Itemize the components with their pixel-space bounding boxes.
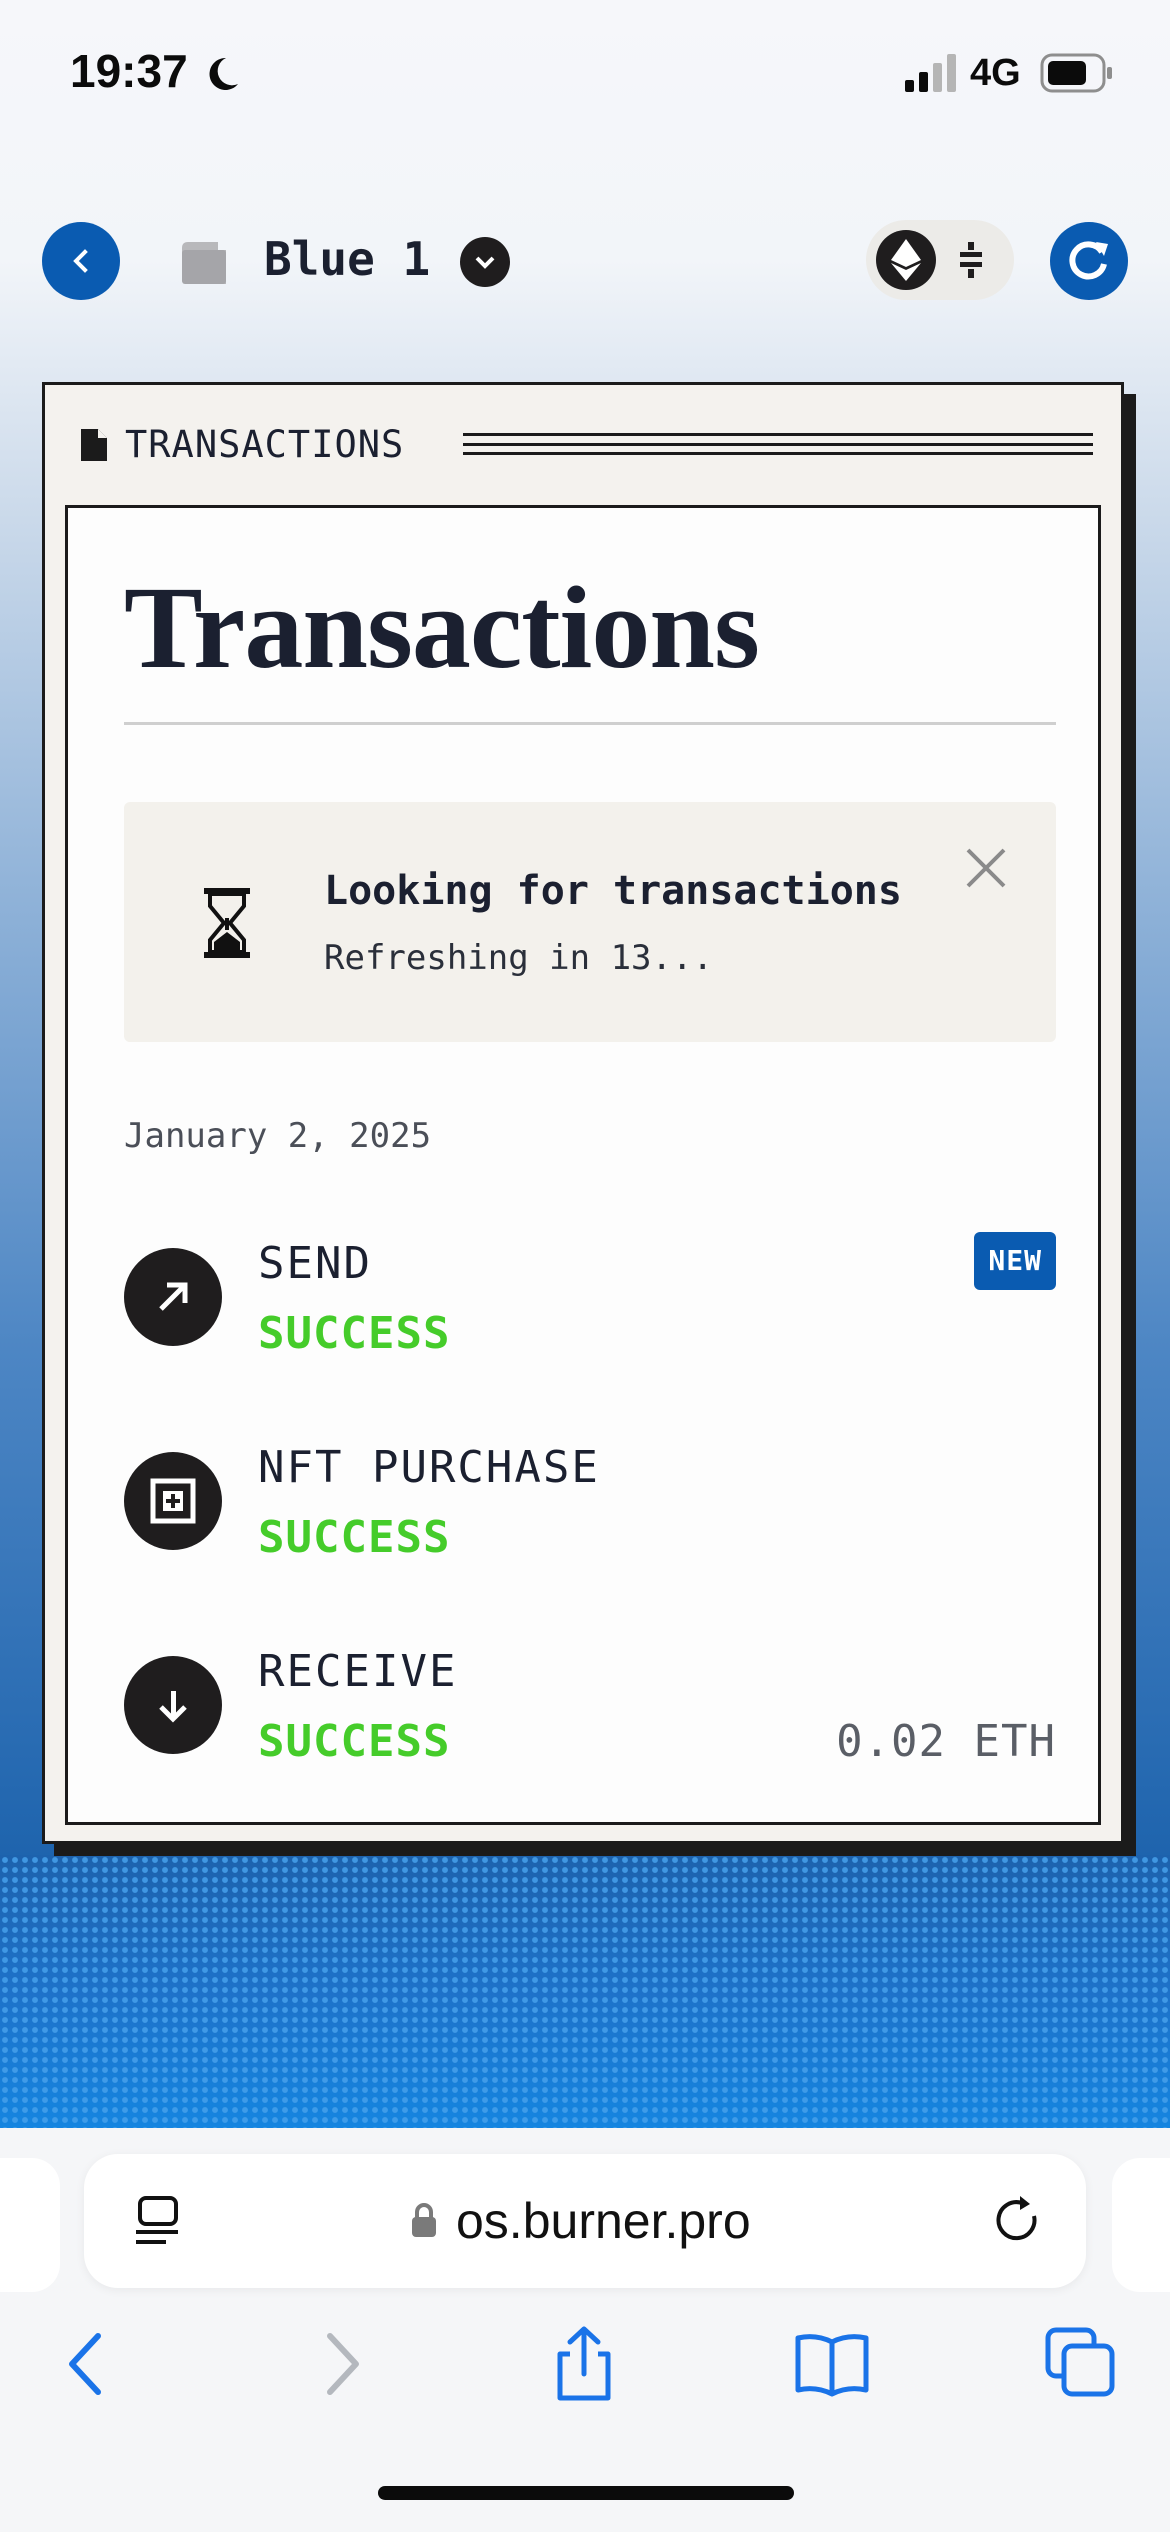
close-icon[interactable] [964, 846, 1008, 890]
transaction-status: SUCCESS [258, 1716, 451, 1767]
lock-icon [412, 2203, 436, 2237]
page-menu-icon[interactable] [134, 2194, 186, 2248]
wallet-dropdown-button[interactable] [460, 237, 510, 287]
back-button[interactable] [42, 222, 120, 300]
date-group-label: January 2, 2025 [124, 1116, 432, 1156]
moon-icon [209, 57, 238, 90]
transactions-window: TRANSACTIONS Transactions Looking for tr… [42, 382, 1124, 1844]
window-header: TRANSACTIONS [45, 385, 1121, 505]
wallet-icon[interactable] [178, 238, 230, 288]
refresh-icon [1069, 241, 1108, 280]
new-badge: NEW [974, 1232, 1056, 1290]
url-text[interactable]: os.burner.pro [456, 2192, 751, 2250]
address-bar[interactable]: os.burner.pro [84, 2154, 1086, 2288]
transaction-row[interactable]: SEND SUCCESS NEW [124, 1232, 1056, 1362]
transaction-row[interactable]: RECEIVE SUCCESS 0.02 ETH [124, 1640, 1056, 1770]
transaction-type: NFT PURCHASE [258, 1442, 600, 1493]
transaction-amount: 0.02 ETH [836, 1716, 1056, 1767]
window-title: TRANSACTIONS [125, 423, 405, 466]
transaction-icon [124, 1248, 222, 1346]
signal-icon [905, 54, 956, 92]
arrow-down-icon [159, 1691, 187, 1723]
status-bar: 19:37 4G [0, 0, 1170, 150]
title-divider [124, 722, 1056, 725]
hourglass-icon [204, 888, 250, 958]
next-tab-peek[interactable] [1112, 2158, 1170, 2292]
transaction-status: SUCCESS [258, 1308, 451, 1359]
transaction-icon [124, 1656, 222, 1754]
document-icon [81, 429, 107, 461]
battery-icon [1040, 53, 1112, 93]
header-decorative-lines [463, 433, 1093, 455]
browser-forward-icon[interactable] [302, 2326, 378, 2402]
nft-icon [150, 1478, 196, 1524]
loading-subtitle: Refreshing in 13... [324, 938, 713, 978]
network-label: 4G [970, 52, 1021, 94]
transaction-icon [124, 1452, 222, 1550]
dotted-background [0, 1855, 1170, 2128]
transaction-type: SEND [258, 1238, 372, 1289]
eth-icon [891, 239, 921, 281]
transaction-status: SUCCESS [258, 1512, 451, 1563]
page-title: Transactions [124, 562, 760, 693]
window-content: Transactions Looking for transactions Re… [65, 505, 1101, 1825]
transaction-row[interactable]: NFT PURCHASE SUCCESS [124, 1436, 1056, 1566]
bookmarks-icon[interactable] [794, 2326, 870, 2402]
home-indicator[interactable] [378, 2486, 794, 2500]
back-arrow-icon [73, 249, 88, 273]
browser-back-icon[interactable] [50, 2326, 126, 2402]
chevron-down-icon [475, 256, 495, 269]
loading-title: Looking for transactions [324, 868, 902, 914]
network-switcher[interactable] [866, 220, 1014, 300]
previous-tab-peek[interactable] [0, 2158, 60, 2292]
reload-icon[interactable] [992, 2194, 1046, 2248]
transaction-type: RECEIVE [258, 1646, 458, 1697]
status-time: 19:37 [70, 45, 188, 97]
wallet-name[interactable]: Blue 1 [264, 232, 430, 286]
loading-banner: Looking for transactions Refreshing in 1… [124, 802, 1056, 1042]
refresh-button[interactable] [1050, 222, 1128, 300]
tabs-icon[interactable] [1042, 2326, 1118, 2402]
arrow-up-right-icon [159, 1282, 188, 1311]
eth-badge [876, 230, 936, 290]
swap-icon [960, 242, 982, 278]
browser-chrome: os.burner.pro [0, 2128, 1170, 2532]
share-icon[interactable] [546, 2326, 622, 2402]
